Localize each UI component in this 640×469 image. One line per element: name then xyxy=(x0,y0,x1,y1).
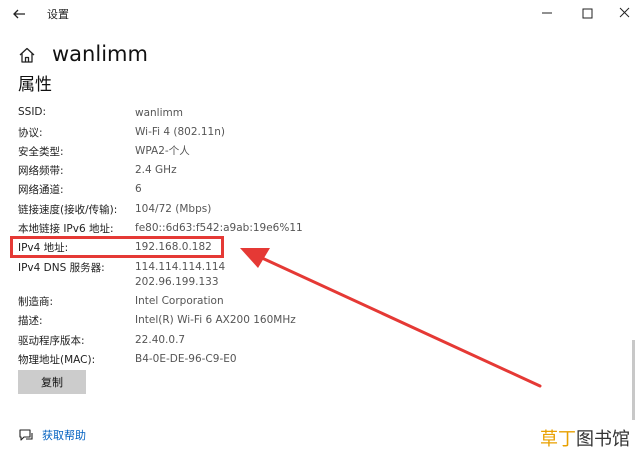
property-row-link-speed: 链接速度(接收/传输): 104/72 (Mbps) xyxy=(0,202,640,220)
property-value: wanlimm xyxy=(135,107,183,119)
property-value: 2.4 GHz xyxy=(135,164,177,176)
close-icon xyxy=(619,7,630,18)
property-row-driver-version: 驱动程序版本: 22.40.0.7 xyxy=(0,333,640,351)
property-label: 驱动程序版本: xyxy=(18,335,85,347)
property-label: 本地链接 IPv6 地址: xyxy=(18,223,114,235)
get-help-label: 获取帮助 xyxy=(42,429,86,442)
section-title: 属性 xyxy=(18,75,52,95)
property-value: WPA2-个人 xyxy=(135,145,190,157)
property-row-dns: IPv4 DNS 服务器: 114.114.114.114 202.96.199… xyxy=(0,260,640,290)
property-value: 114.114.114.114 xyxy=(135,261,226,273)
maximize-button[interactable] xyxy=(572,2,602,24)
minimize-icon xyxy=(542,12,552,14)
property-value: 22.40.0.7 xyxy=(135,334,186,346)
property-label: 链接速度(接收/传输): xyxy=(18,204,118,216)
property-value: Wi-Fi 4 (802.11n) xyxy=(135,126,225,138)
maximize-icon xyxy=(582,8,593,19)
property-row-description: 描述: Intel(R) Wi-Fi 6 AX200 160MHz xyxy=(0,313,640,331)
property-label: 物理地址(MAC): xyxy=(18,354,96,366)
highlight-box xyxy=(10,236,224,258)
close-button[interactable] xyxy=(610,2,640,24)
property-value: Intel Corporation xyxy=(135,295,224,307)
property-row-mac: 物理地址(MAC): B4-0E-DE-96-C9-E0 xyxy=(0,352,640,370)
property-label: 网络通道: xyxy=(18,184,64,196)
property-label: 描述: xyxy=(18,315,43,327)
minimize-button[interactable] xyxy=(532,2,562,24)
window-title: 设置 xyxy=(47,8,69,21)
network-name: wanlimm xyxy=(52,42,148,66)
home-icon[interactable] xyxy=(18,46,36,64)
property-value: fe80::6d63:f542:a9ab:19e6%11 xyxy=(135,222,303,234)
property-label: 网络频带: xyxy=(18,165,64,177)
property-label: 协议: xyxy=(18,127,43,139)
watermark: 草丁图书馆 xyxy=(540,425,630,451)
back-arrow-icon xyxy=(13,9,25,19)
chat-help-icon xyxy=(19,429,33,441)
property-value: 6 xyxy=(135,183,142,195)
property-row-channel: 网络通道: 6 xyxy=(0,182,640,200)
property-value: Intel(R) Wi-Fi 6 AX200 160MHz xyxy=(135,314,296,326)
property-row-manufacturer: 制造商: Intel Corporation xyxy=(0,294,640,312)
property-row-band: 网络频带: 2.4 GHz xyxy=(0,163,640,181)
property-value-secondary: 202.96.199.133 xyxy=(135,276,219,288)
property-value: B4-0E-DE-96-C9-E0 xyxy=(135,353,237,365)
property-label: 安全类型: xyxy=(18,146,64,158)
scrollbar[interactable] xyxy=(632,340,635,420)
property-row-security-type: 安全类型: WPA2-个人 xyxy=(0,144,640,162)
copy-button[interactable]: 复制 xyxy=(18,370,86,394)
property-row-ssid: SSID: wanlimm xyxy=(0,106,640,124)
watermark-part-b: 图书馆 xyxy=(576,429,630,450)
back-button[interactable] xyxy=(9,4,29,24)
property-row-protocol: 协议: Wi-Fi 4 (802.11n) xyxy=(0,125,640,143)
property-label: IPv4 DNS 服务器: xyxy=(18,262,105,274)
property-value: 104/72 (Mbps) xyxy=(135,203,212,215)
watermark-part-a: 草丁 xyxy=(540,429,576,450)
property-label: SSID: xyxy=(18,106,47,118)
title-bar: 设置 xyxy=(0,0,640,28)
property-label: 制造商: xyxy=(18,296,54,308)
